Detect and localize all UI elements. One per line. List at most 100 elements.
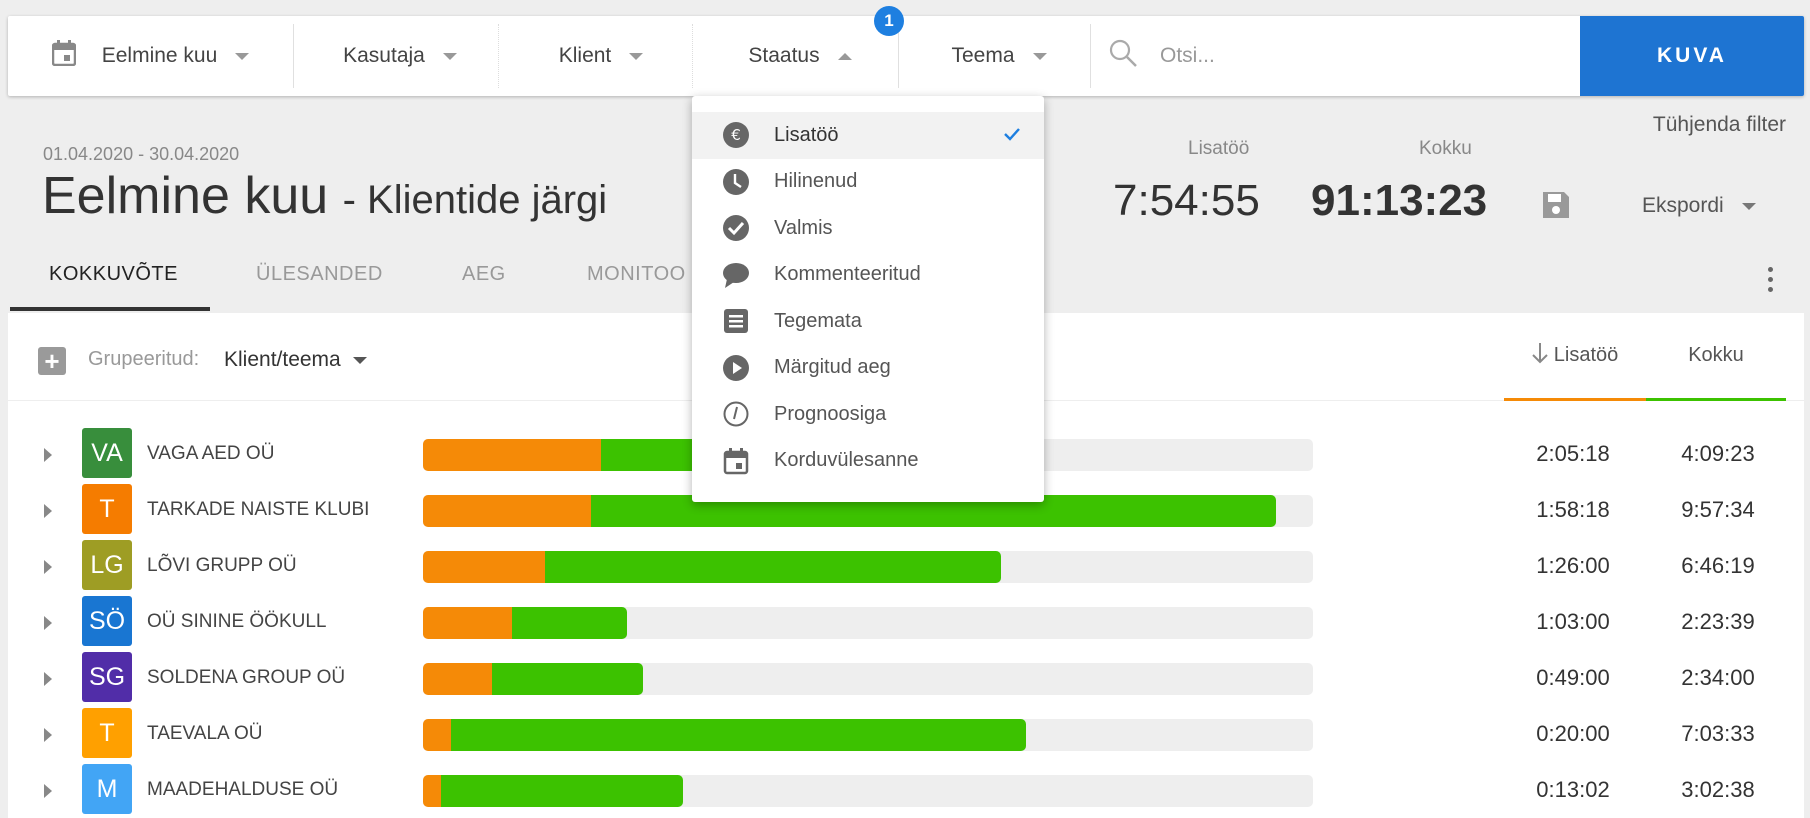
table-row[interactable]: LG LÕVI GRUPP OÜ 1:26:00 6:46:19 xyxy=(8,540,1804,596)
extra-time-bar xyxy=(423,719,451,751)
status-dropdown-menu: € Lisatöö Hilinenud Valmis Kommenteeritud Teg… xyxy=(692,96,1044,502)
expand-arrow-icon[interactable] xyxy=(44,672,52,686)
tab-monitoring[interactable]: MONITOO xyxy=(587,263,686,286)
expand-arrow-icon[interactable] xyxy=(44,448,52,462)
clock-icon xyxy=(722,168,750,196)
tab-tasks[interactable]: ÜLESANDED xyxy=(256,263,383,286)
check-circle-icon xyxy=(722,214,750,242)
topic-filter-label: Teema xyxy=(951,44,1015,67)
save-icon[interactable] xyxy=(1541,190,1571,225)
status-filter-badge: 1 xyxy=(874,6,904,36)
time-bar xyxy=(423,551,1313,583)
total-time-value: 2:23:39 xyxy=(1681,609,1755,634)
status-menu-item[interactable]: Prognoosiga xyxy=(692,391,1044,438)
chevron-down-icon xyxy=(1032,52,1047,60)
comment-icon xyxy=(722,261,750,289)
status-menu-item-label: Tegemata xyxy=(774,309,862,332)
avatar: LG xyxy=(82,540,132,590)
column-header-extra[interactable]: Lisatöö xyxy=(1504,313,1646,401)
status-menu-item-label: Lisatöö xyxy=(774,123,839,146)
status-menu-item[interactable]: Hilinenud xyxy=(692,159,1044,206)
time-bar xyxy=(423,775,1313,807)
svg-text:€: € xyxy=(731,126,741,144)
add-group-button[interactable]: + xyxy=(38,347,66,375)
chevron-down-icon xyxy=(442,52,457,60)
status-filter[interactable]: Staatus xyxy=(696,16,904,96)
expand-arrow-icon[interactable] xyxy=(44,560,52,574)
column-header-total[interactable]: Kokku xyxy=(1646,313,1786,401)
total-time-value: 2:34:00 xyxy=(1681,665,1755,690)
group-label: Grupeeritud: xyxy=(88,348,200,370)
table-row[interactable]: M MAADEHALDUSE OÜ 0:13:02 3:02:38 xyxy=(8,764,1804,818)
client-name: TARKADE NAISTE KLUBI xyxy=(147,499,370,520)
clear-filter-link[interactable]: Tühjenda filter xyxy=(1653,113,1786,137)
active-tab-indicator xyxy=(10,307,210,311)
status-menu-item[interactable]: Korduvülesanne xyxy=(692,438,1044,485)
client-name: VAGA AED OÜ xyxy=(147,443,275,464)
list-icon xyxy=(722,307,750,335)
status-menu-item[interactable]: Valmis xyxy=(692,205,1044,252)
client-name: TAEVALA OÜ xyxy=(147,723,263,744)
search-input[interactable]: Otsi... xyxy=(1108,16,1568,96)
time-bar xyxy=(423,663,1313,695)
table-row[interactable]: SG SOLDENA GROUP OÜ 0:49:00 2:34:00 xyxy=(8,652,1804,708)
total-time-value: 4:09:23 xyxy=(1681,441,1755,466)
total-time-value: 9:57:34 xyxy=(1681,497,1755,522)
status-menu-item-label: Korduvülesanne xyxy=(774,449,919,472)
expand-arrow-icon[interactable] xyxy=(44,504,52,518)
client-name: MAADEHALDUSE OÜ xyxy=(147,779,339,800)
extra-time-bar xyxy=(423,775,441,807)
avatar: T xyxy=(82,484,132,534)
tab-summary[interactable]: KOKKUVÕTE xyxy=(49,263,178,286)
expand-arrow-icon[interactable] xyxy=(44,728,52,742)
avatar: T xyxy=(82,708,132,758)
user-filter[interactable]: Kasutaja xyxy=(294,16,506,96)
client-filter[interactable]: Klient xyxy=(506,16,696,96)
search-icon xyxy=(1108,38,1138,74)
status-menu-item-label: Valmis xyxy=(774,216,833,239)
export-button[interactable]: Ekspordi xyxy=(1642,194,1756,218)
date-range: 01.04.2020 - 30.04.2020 xyxy=(43,144,240,164)
client-name: LÕVI GRUPP OÜ xyxy=(147,555,297,576)
stat-extra-value: 7:54:55 xyxy=(1113,176,1260,225)
expand-arrow-icon[interactable] xyxy=(44,784,52,798)
page-title-main: Eelmine kuu xyxy=(42,167,329,225)
status-menu-item[interactable]: Tegemata xyxy=(692,298,1044,345)
show-button[interactable]: KUVA xyxy=(1580,16,1804,96)
group-select[interactable]: Klient/teema xyxy=(224,348,367,372)
more-options-icon[interactable] xyxy=(1766,264,1774,296)
extra-time-value: 1:58:18 xyxy=(1536,497,1610,522)
status-menu-item-label: Kommenteeritud xyxy=(774,263,921,286)
table-row[interactable]: T TAEVALA OÜ 0:20:00 7:03:33 xyxy=(8,708,1804,764)
chevron-up-icon xyxy=(837,52,852,60)
expand-arrow-icon[interactable] xyxy=(44,616,52,630)
table-row[interactable]: SÖ OÜ SININE ÖÖKULL 1:03:00 2:23:39 xyxy=(8,596,1804,652)
period-filter[interactable]: Eelmine kuu xyxy=(8,16,293,96)
status-menu-item-label: Prognoosiga xyxy=(774,402,887,425)
status-menu-item[interactable]: € Lisatöö xyxy=(692,112,1044,159)
chevron-down-icon xyxy=(235,52,250,60)
total-time-bar xyxy=(512,607,627,639)
column-header-extra-label: Lisatöö xyxy=(1553,344,1619,366)
stat-extra-label: Lisatöö xyxy=(1188,138,1250,159)
status-menu-item[interactable]: Märgitud aeg xyxy=(692,345,1044,392)
chevron-down-icon xyxy=(1741,202,1756,210)
extra-time-bar xyxy=(423,551,545,583)
time-bar xyxy=(423,719,1313,751)
euro-icon: € xyxy=(722,121,750,149)
avatar: SG xyxy=(82,652,132,702)
status-menu-item[interactable]: Kommenteeritud xyxy=(692,252,1044,299)
topic-filter[interactable]: Teema xyxy=(902,16,1096,96)
client-filter-label: Klient xyxy=(558,44,612,67)
column-header-total-label: Kokku xyxy=(1688,344,1744,366)
calendar-icon xyxy=(722,447,750,475)
user-filter-label: Kasutaja xyxy=(343,44,425,67)
total-time-value: 7:03:33 xyxy=(1681,721,1755,746)
extra-time-value: 2:05:18 xyxy=(1536,441,1610,466)
status-menu-item-label: Hilinenud xyxy=(774,170,858,193)
tab-time[interactable]: AEG xyxy=(462,263,506,286)
sort-arrow-down-icon xyxy=(1532,342,1548,370)
client-name: OÜ SININE ÖÖKULL xyxy=(147,611,327,632)
stat-total-value: 91:13:23 xyxy=(1311,176,1488,225)
page-title: Eelmine kuu - Klientide järgi xyxy=(42,166,607,226)
